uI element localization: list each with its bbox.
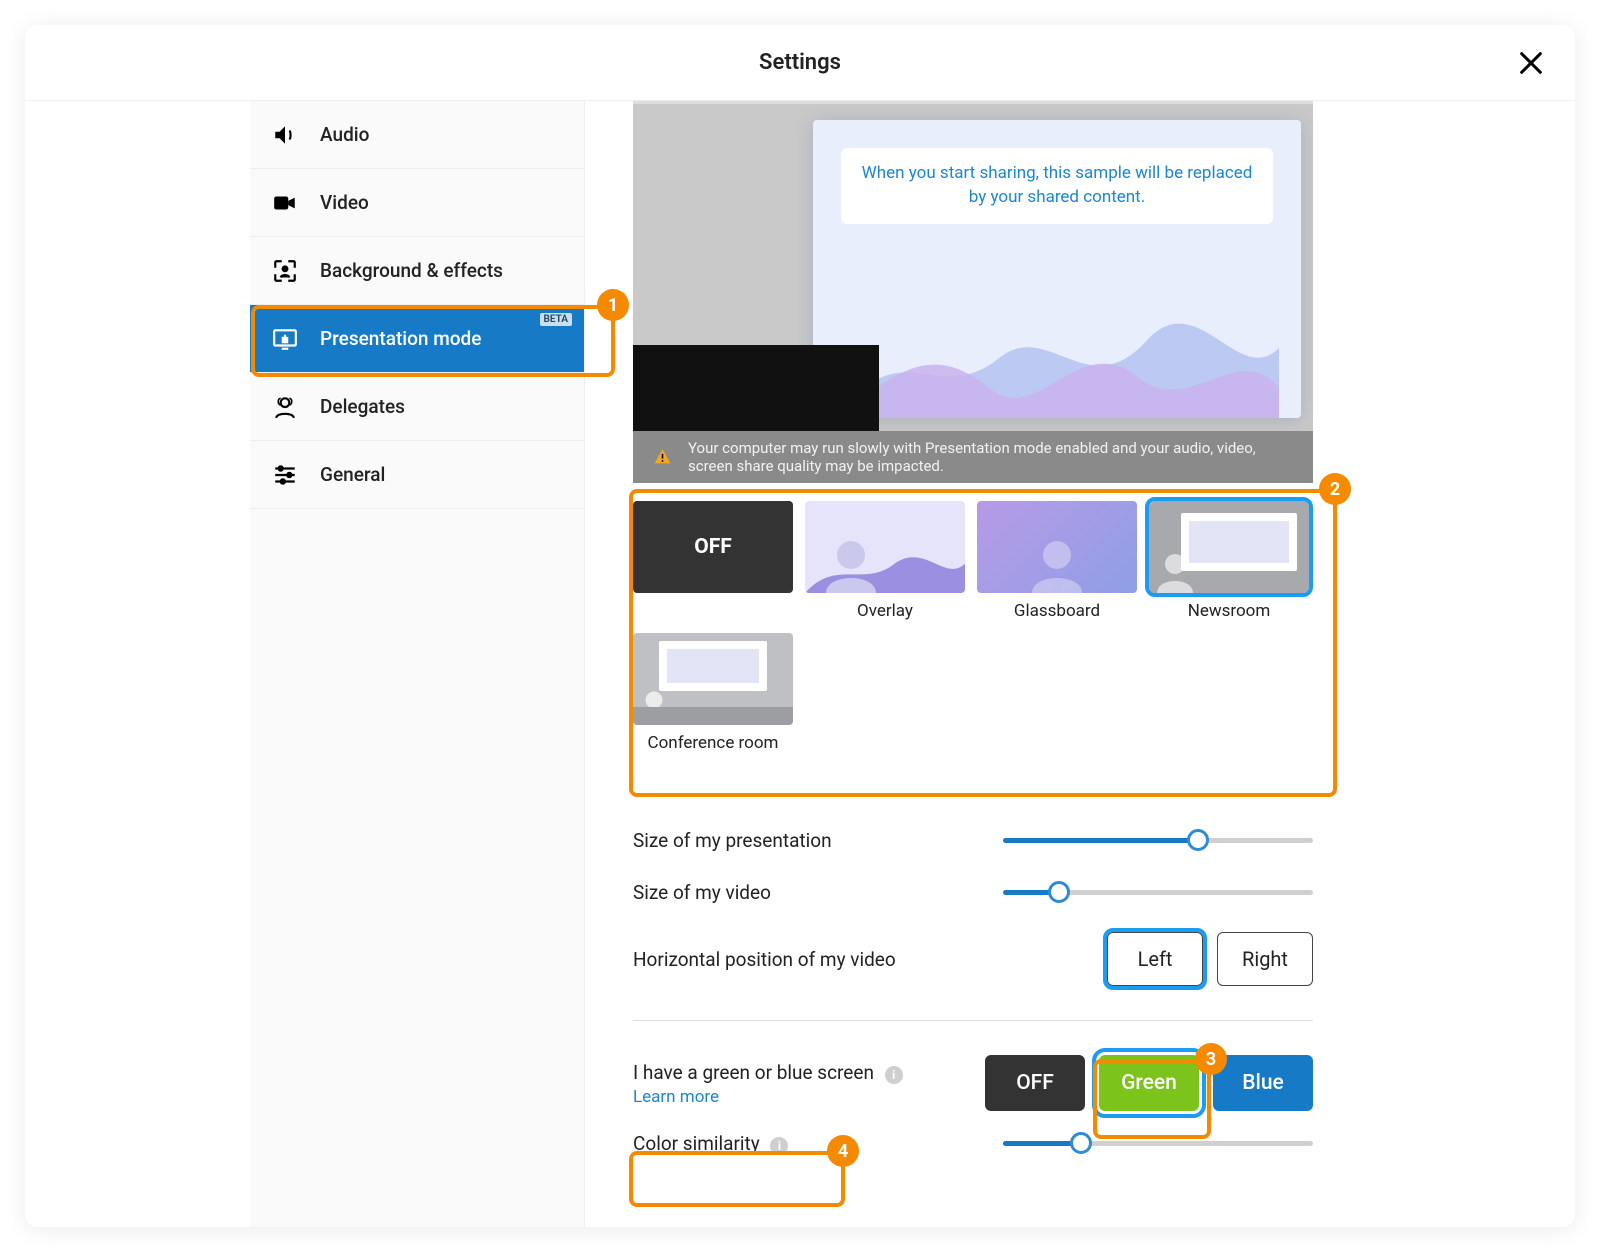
slider-color-similarity[interactable] xyxy=(1003,1133,1313,1153)
sliders-icon xyxy=(272,462,298,488)
presentation-preview: When you start sharing, this sample will… xyxy=(633,101,1313,483)
divider xyxy=(633,1020,1313,1021)
mode-thumb-newsroom xyxy=(1149,501,1309,593)
annotation-marker-3: 3 xyxy=(1195,1043,1227,1075)
sidebar-item-label: Video xyxy=(320,191,369,214)
mode-label: Newsroom xyxy=(1149,593,1309,621)
row-video-size: Size of my video xyxy=(633,866,1313,918)
main-panel: When you start sharing, this sample will… xyxy=(585,101,1575,1227)
annotation-marker-4: 4 xyxy=(827,1135,859,1167)
mode-grid: OFF Overlay Glassboard xyxy=(633,483,1313,773)
mode-option-conference-room[interactable]: Conference room xyxy=(633,633,793,753)
sidebar: Audio Video Background & effects Present… xyxy=(250,101,585,1227)
divider xyxy=(633,793,1313,794)
close-button[interactable] xyxy=(1517,49,1545,77)
sidebar-item-label: Background & effects xyxy=(320,259,503,282)
speaker-icon xyxy=(272,122,298,148)
row-presentation-size: Size of my presentation xyxy=(633,814,1313,866)
annotation-marker-1: 1 xyxy=(597,289,629,321)
sidebar-item-delegates[interactable]: Delegates xyxy=(250,373,584,441)
sidebar-item-label: Delegates xyxy=(320,395,405,418)
performance-warning: Your computer may run slowly with Presen… xyxy=(633,431,1313,483)
hpos-left-button[interactable]: Left xyxy=(1107,932,1203,986)
mode-thumb-off: OFF xyxy=(633,501,793,593)
slider-video-size[interactable] xyxy=(1003,882,1313,902)
mode-option-glassboard[interactable]: Glassboard xyxy=(977,501,1137,621)
silhouette-icon xyxy=(1027,533,1087,593)
label-chroma: I have a green or blue screen xyxy=(633,1061,874,1084)
sidebar-item-label: General xyxy=(320,463,385,486)
mode-thumb-conference xyxy=(633,633,793,725)
chroma-off-button[interactable]: OFF xyxy=(985,1055,1085,1111)
row-color-similarity: Color similarity i xyxy=(633,1117,1313,1169)
silhouette-icon xyxy=(821,533,881,593)
beta-badge: BETA xyxy=(540,313,573,326)
mode-label: Overlay xyxy=(805,593,965,621)
sidebar-item-label: Audio xyxy=(320,123,369,146)
presentation-icon xyxy=(272,326,298,352)
info-icon[interactable]: i xyxy=(885,1066,903,1084)
mode-option-newsroom[interactable]: Newsroom xyxy=(1149,501,1309,621)
learn-more-link[interactable]: Learn more xyxy=(633,1087,719,1107)
chroma-blue-button[interactable]: Blue xyxy=(1213,1055,1313,1111)
mode-label: Conference room xyxy=(633,725,793,753)
camera-icon xyxy=(272,190,298,216)
slider-presentation-size[interactable] xyxy=(1003,830,1313,850)
wave-chart-icon xyxy=(839,268,1279,418)
delegates-icon xyxy=(272,394,298,420)
background-icon xyxy=(272,258,298,284)
webcam-preview xyxy=(633,345,879,431)
label-video-size: Size of my video xyxy=(633,881,1003,904)
chroma-green-button[interactable]: Green xyxy=(1099,1055,1199,1111)
warning-text: Your computer may run slowly with Presen… xyxy=(688,439,1293,475)
mode-option-off[interactable]: OFF xyxy=(633,501,793,621)
row-horizontal-position: Horizontal position of my video Left Rig… xyxy=(633,918,1313,1000)
hpos-right-button[interactable]: Right xyxy=(1217,932,1313,986)
preview-message: When you start sharing, this sample will… xyxy=(841,148,1273,224)
label-presentation-size: Size of my presentation xyxy=(633,829,1003,852)
sidebar-item-audio[interactable]: Audio xyxy=(250,101,584,169)
mode-option-overlay[interactable]: Overlay xyxy=(805,501,965,621)
mode-thumb-glassboard xyxy=(977,501,1137,593)
settings-window: Settings Audio Video B xyxy=(25,25,1575,1227)
sidebar-item-video[interactable]: Video xyxy=(250,169,584,237)
titlebar: Settings xyxy=(25,25,1575,101)
label-color-similarity: Color similarity xyxy=(633,1132,760,1155)
silhouette-icon xyxy=(1155,549,1195,593)
sidebar-item-presentation-mode[interactable]: Presentation mode BETA xyxy=(250,305,584,373)
annotation-marker-2: 2 xyxy=(1319,473,1351,505)
warning-icon xyxy=(653,444,672,470)
sidebar-item-label: Presentation mode xyxy=(320,327,481,350)
preview-slide: When you start sharing, this sample will… xyxy=(813,120,1301,418)
label-horizontal-position: Horizontal position of my video xyxy=(633,948,1107,971)
sidebar-item-background[interactable]: Background & effects xyxy=(250,237,584,305)
window-title: Settings xyxy=(759,50,841,75)
mode-thumb-overlay xyxy=(805,501,965,593)
info-icon[interactable]: i xyxy=(770,1137,788,1155)
mode-label: Glassboard xyxy=(977,593,1137,621)
sidebar-item-general[interactable]: General xyxy=(250,441,584,509)
close-icon xyxy=(1517,49,1545,77)
